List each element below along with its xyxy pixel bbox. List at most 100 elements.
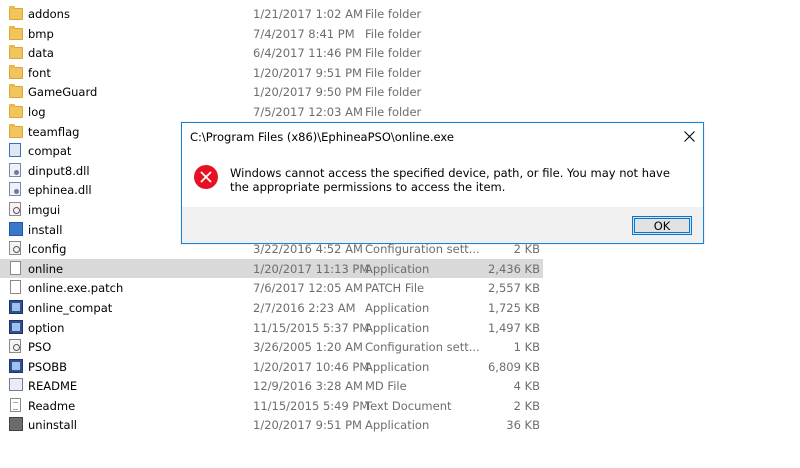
- file-name: GameGuard: [28, 85, 98, 100]
- file-date-modified: 7/4/2017 8:41 PM: [253, 26, 355, 41]
- file-size: 1,497 KB: [487, 320, 540, 335]
- file-type: File folder: [365, 7, 422, 21]
- error-dialog: C:\Program Files (x86)\EphineaPSO\online…: [181, 122, 704, 244]
- file-name: Readme: [28, 398, 76, 413]
- file-date-modified: 1/20/2017 9:50 PM: [253, 85, 362, 100]
- file-name: lconfig: [28, 242, 67, 257]
- text-file-icon: [9, 397, 23, 414]
- dialog-message: Windows cannot access the specified devi…: [230, 166, 670, 194]
- file-type: File folder: [365, 104, 422, 119]
- file-date-modified: 1/20/2017 9:51 PM: [253, 418, 362, 433]
- file-type: File folder: [365, 46, 422, 61]
- dll-file-icon: [9, 162, 23, 179]
- file-size: 2 KB: [513, 398, 540, 413]
- error-icon: [194, 165, 218, 189]
- close-icon: [683, 130, 695, 142]
- file-name: log: [28, 104, 46, 119]
- file-size: 2,436 KB: [487, 261, 540, 276]
- config-file-icon: [9, 241, 23, 257]
- close-button[interactable]: [675, 123, 703, 149]
- file-name: online: [28, 261, 64, 276]
- file-date-modified: 11/15/2015 5:37 PM: [253, 320, 370, 335]
- ok-button[interactable]: OK: [632, 216, 692, 235]
- file-row[interactable]: bmp 7/4/2017 8:41 PM File folder: [0, 24, 800, 44]
- file-type: Application: [365, 359, 430, 374]
- file-size: 1 KB: [513, 340, 540, 355]
- uninstall-file-icon: [9, 417, 23, 433]
- file-name: imgui: [28, 202, 61, 217]
- dialog-title: C:\Program Files (x86)\EphineaPSO\online…: [190, 130, 454, 144]
- file-size: 2,557 KB: [487, 281, 540, 296]
- file-type: Application: [365, 261, 430, 276]
- file-date-modified: 7/6/2017 12:05 AM: [253, 281, 363, 296]
- file-name: ephinea.dll: [28, 183, 92, 198]
- file-name: online.exe.patch: [28, 281, 124, 296]
- file-row[interactable]: PSOBB 1/20/2017 10:46 PM Application 6,809 …: [0, 357, 800, 377]
- folder-icon: [9, 103, 23, 120]
- folder-icon: [9, 6, 23, 22]
- folder-icon: [9, 45, 23, 61]
- file-row[interactable]: README 12/9/2016 3:28 AM MD File 4 KB: [0, 376, 800, 396]
- file-size: 6,809 KB: [487, 359, 540, 374]
- file-type: Application: [365, 300, 430, 315]
- file-name: PSOBB: [28, 359, 68, 374]
- file-row[interactable]: uninstall 1/20/2017 9:51 PM Application 36 …: [0, 415, 800, 435]
- folder-icon: [9, 25, 23, 42]
- file-name: dinput8.dll: [28, 163, 90, 178]
- setup-file-icon: [9, 221, 23, 238]
- file-row[interactable]: log 7/5/2017 12:03 AM File folder: [0, 102, 800, 122]
- file-date-modified: 1/21/2017 1:02 AM: [253, 7, 363, 21]
- exe-file-icon: [9, 299, 23, 316]
- folder-icon: [9, 84, 23, 100]
- file-type: Application: [365, 418, 430, 433]
- file-date-modified: 12/9/2016 3:28 AM: [253, 379, 363, 394]
- file-size: 2 KB: [513, 242, 540, 257]
- config-file-icon: [9, 201, 23, 218]
- file-row[interactable]: font 1/20/2017 9:51 PM File folder: [0, 63, 800, 83]
- file-type: File folder: [365, 85, 422, 100]
- file-date-modified: 1/20/2017 11:13 PM: [253, 261, 370, 276]
- file-type: File folder: [365, 65, 422, 80]
- file-name: install: [28, 222, 63, 237]
- file-date-modified: 1/20/2017 9:51 PM: [253, 65, 362, 80]
- file-name: uninstall: [28, 418, 77, 433]
- folder-icon: [9, 64, 23, 81]
- blank-file-icon: [9, 260, 23, 277]
- exe-file-icon: [9, 319, 23, 336]
- file-date-modified: 11/15/2015 5:49 PM: [253, 398, 370, 413]
- config-file-icon: [9, 339, 23, 355]
- file-date-modified: 3/26/2005 1:20 AM: [253, 340, 363, 355]
- dll-file-icon: [9, 182, 23, 198]
- file-row[interactable]: Readme 11/15/2015 5:49 PM Text Document 2 K…: [0, 396, 800, 416]
- file-row[interactable]: online_compat 2/7/2016 2:23 AM Application…: [0, 298, 800, 318]
- file-date-modified: 6/4/2017 11:46 PM: [253, 46, 362, 61]
- file-name: README: [28, 379, 78, 394]
- file-name: option: [28, 320, 65, 335]
- file-type: MD File: [365, 379, 407, 394]
- file-row[interactable]: online 1/20/2017 11:13 PM Application 2,436…: [0, 258, 543, 279]
- file-date-modified: 2/7/2016 2:23 AM: [253, 300, 356, 315]
- dialog-body: Windows cannot access the specified devi…: [182, 151, 703, 207]
- file-row[interactable]: GameGuard 1/20/2017 9:50 PM File folder: [0, 82, 800, 102]
- file-date-modified: 1/20/2017 10:46 PM: [253, 359, 370, 374]
- file-date-modified: 7/5/2017 12:03 AM: [253, 104, 363, 119]
- file-type: File folder: [365, 26, 422, 41]
- file-name: PSO: [28, 340, 52, 355]
- blank-file-icon: [9, 280, 23, 296]
- file-row[interactable]: online.exe.patch 7/6/2017 12:05 AM PATCH F…: [0, 278, 800, 298]
- file-row[interactable]: option 11/15/2015 5:37 PM Application 1,497…: [0, 318, 800, 338]
- file-name: font: [28, 65, 51, 80]
- dialog-footer: OK: [182, 207, 703, 243]
- exe-file-icon: [9, 358, 23, 375]
- file-type: PATCH File: [365, 281, 425, 296]
- file-name: addons: [28, 7, 70, 21]
- file-name: online_compat: [28, 300, 113, 315]
- file-name: compat: [28, 144, 72, 159]
- file-date-modified: 3/22/2016 4:52 AM: [253, 242, 363, 257]
- file-row[interactable]: data 6/4/2017 11:46 PM File folder: [0, 43, 800, 63]
- file-name: bmp: [28, 26, 54, 41]
- file-row[interactable]: addons 1/21/2017 1:02 AM File folder: [0, 4, 800, 24]
- file-size: 1,725 KB: [487, 300, 540, 315]
- file-row[interactable]: PSO 3/26/2005 1:20 AM Configuration sett..…: [0, 337, 800, 357]
- compat-file-icon: [9, 143, 23, 159]
